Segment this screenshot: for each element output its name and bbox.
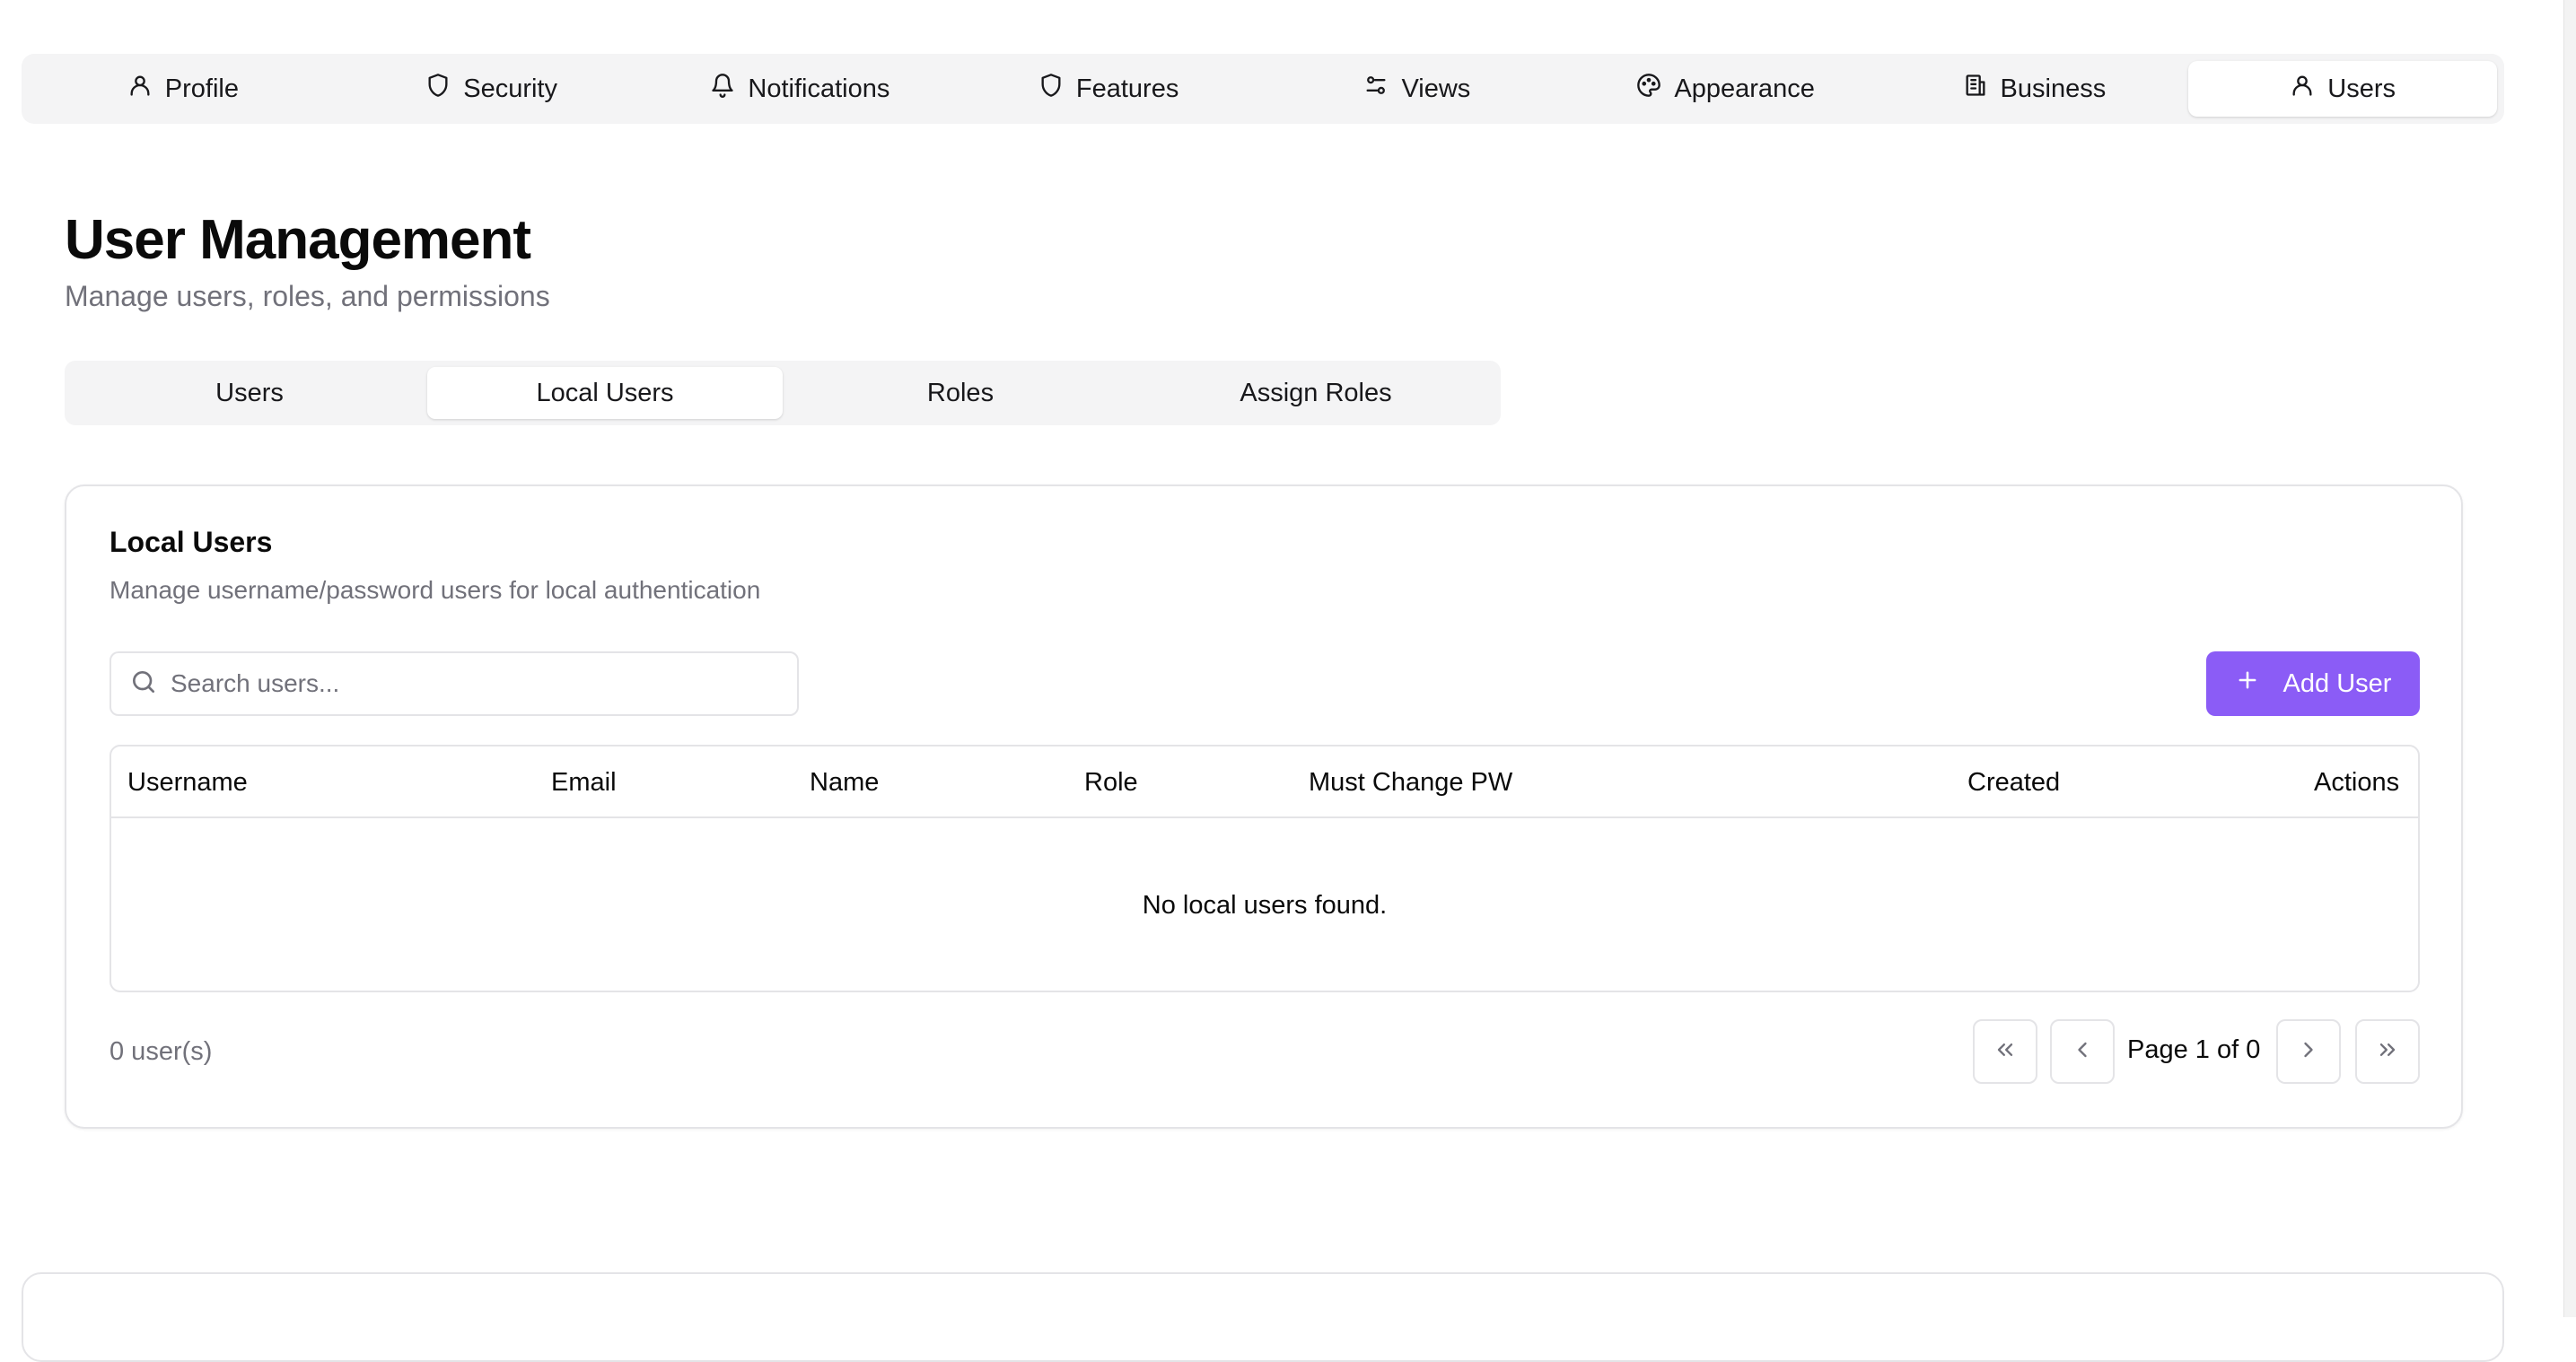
tab-business[interactable]: Business <box>1880 61 2189 117</box>
page-title: User Management <box>65 209 531 271</box>
tab-views[interactable]: Views <box>1263 61 1572 117</box>
tab-label: Appearance <box>1674 74 1815 103</box>
page-subtitle: Manage users, roles, and permissions <box>65 280 550 312</box>
tab-features[interactable]: Features <box>954 61 1263 117</box>
tab-label: Business <box>2000 74 2107 103</box>
first-page-button[interactable] <box>1973 1019 2037 1084</box>
chevrons-right-icon <box>2375 1037 2400 1067</box>
subtab-local-users[interactable]: Local Users <box>427 367 783 419</box>
building-icon <box>1963 73 1988 105</box>
plus-icon <box>2235 668 2260 700</box>
chevrons-left-icon <box>1993 1037 2018 1067</box>
tab-label: Security <box>463 74 557 103</box>
column-header-username[interactable]: Username <box>127 768 248 798</box>
tab-profile[interactable]: Profile <box>29 61 337 117</box>
user-icon <box>127 73 153 105</box>
subtab-assign-roles[interactable]: Assign Roles <box>1138 367 1494 419</box>
page-indicator: Page 1 of 0 <box>2127 1035 2261 1064</box>
column-header-name[interactable]: Name <box>810 768 879 798</box>
user-management-tabs: Users Local Users Roles Assign Roles <box>65 361 1501 425</box>
user-icon <box>2290 73 2315 105</box>
card-title: Local Users <box>110 526 273 558</box>
tab-label: Notifications <box>748 74 890 103</box>
table-empty-message: No local users found. <box>1142 890 1388 920</box>
column-header-created[interactable]: Created <box>1967 768 2060 798</box>
sliders-icon <box>1363 73 1389 105</box>
tab-security[interactable]: Security <box>337 61 646 117</box>
next-section-card <box>22 1272 2504 1362</box>
column-header-must-change-pw[interactable]: Must Change PW <box>1309 768 1512 798</box>
next-page-button[interactable] <box>2276 1019 2341 1084</box>
column-header-actions: Actions <box>2314 768 2400 797</box>
table-header: Username Email Name Role Must Change PW … <box>111 746 2418 818</box>
tab-label: Views <box>1401 74 1471 103</box>
search-box[interactable] <box>110 651 799 716</box>
palette-icon <box>1636 73 1661 105</box>
card-description: Manage username/password users for local… <box>110 576 761 604</box>
local-users-card: Local Users Manage username/password use… <box>65 485 2463 1129</box>
shield-icon <box>1038 73 1064 105</box>
tab-notifications[interactable]: Notifications <box>646 61 955 117</box>
tab-users[interactable]: Users <box>2188 61 2497 117</box>
tab-label: Users <box>2327 74 2396 103</box>
local-users-table: Username Email Name Role Must Change PW … <box>110 745 2420 992</box>
tab-label: Features <box>1075 74 1179 103</box>
subtab-roles[interactable]: Roles <box>783 367 1138 419</box>
previous-page-button[interactable] <box>2050 1019 2115 1084</box>
chevron-left-icon <box>2070 1037 2095 1067</box>
bell-icon <box>710 73 735 105</box>
chevron-right-icon <box>2296 1037 2321 1067</box>
search-input[interactable] <box>171 669 781 698</box>
tab-appearance[interactable]: Appearance <box>1572 61 1880 117</box>
page-scrollbar[interactable] <box>2563 0 2576 1317</box>
search-icon <box>129 668 158 701</box>
column-header-email[interactable]: Email <box>551 768 617 798</box>
column-header-role[interactable]: Role <box>1084 768 1138 798</box>
settings-top-nav: Profile Security Notifications Features … <box>22 54 2504 124</box>
subtab-users[interactable]: Users <box>72 367 427 419</box>
user-count: 0 user(s) <box>110 1037 213 1066</box>
add-user-label: Add User <box>2282 668 2392 698</box>
last-page-button[interactable] <box>2355 1019 2420 1084</box>
add-user-button[interactable]: Add User <box>2206 651 2420 716</box>
tab-label: Profile <box>164 74 239 103</box>
shield-icon <box>425 73 451 105</box>
